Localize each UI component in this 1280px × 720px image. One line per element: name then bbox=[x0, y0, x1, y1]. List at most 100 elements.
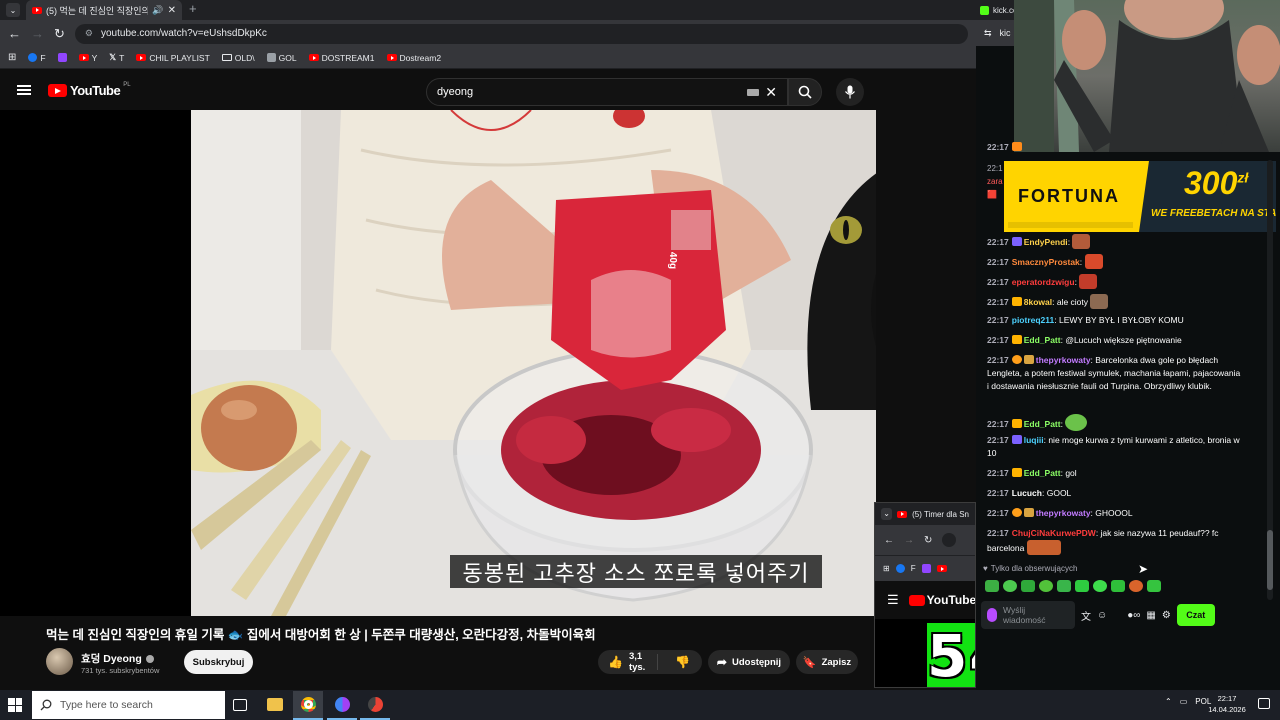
bookmark-dostream2[interactable]: Dostream2 bbox=[386, 53, 441, 63]
mini-browser-window[interactable]: ⌄ (5) Timer dla Sn ← → ↻ ⊞ F ☰ YouTube 5… bbox=[874, 502, 976, 688]
youtube-logo[interactable]: YouTube PL bbox=[48, 82, 131, 98]
chat-username[interactable]: Edd_Patt bbox=[1024, 419, 1061, 429]
tab-youtube[interactable]: (5) 먹는 데 진심인 직장인의 🔊 ✕ bbox=[26, 0, 182, 20]
search-button[interactable] bbox=[788, 78, 822, 106]
emote-button[interactable] bbox=[1021, 580, 1035, 592]
bookmark-facebook[interactable]: F bbox=[28, 53, 46, 63]
address-bar[interactable]: ⚙ youtube.com/watch?v=eUshsdDkpKc bbox=[74, 23, 968, 44]
dislike-button[interactable]: 👎 bbox=[663, 655, 702, 669]
youtube-icon[interactable] bbox=[936, 565, 947, 572]
emote-button[interactable] bbox=[1147, 580, 1161, 592]
chat-username[interactable]: thepyrkowaty bbox=[1036, 508, 1091, 518]
chat-scrollbar[interactable] bbox=[1267, 160, 1273, 600]
channel-avatar[interactable] bbox=[46, 648, 73, 675]
chat-username[interactable]: ChujCiNaKurwePDW bbox=[1012, 528, 1096, 538]
keyboard-icon[interactable] bbox=[747, 88, 760, 96]
bookmark-gol[interactable]: GOL bbox=[266, 53, 297, 63]
channel-name-row[interactable]: 효덩 Dyeong bbox=[81, 651, 154, 666]
emote-button[interactable] bbox=[1075, 580, 1089, 592]
notifications-icon[interactable] bbox=[1258, 698, 1270, 709]
mini-reload-icon[interactable]: ↻ bbox=[924, 535, 932, 546]
chrome-taskbar-button[interactable] bbox=[293, 691, 323, 720]
chat-username[interactable]: thepyrkowaty bbox=[1036, 355, 1091, 365]
network-icon[interactable]: ▭ bbox=[1180, 697, 1188, 706]
chat-username[interactable]: Lucuch bbox=[1012, 488, 1042, 498]
emote-button[interactable] bbox=[1003, 580, 1017, 592]
bookmark-twitch[interactable] bbox=[57, 53, 67, 62]
chat-username[interactable]: Edd_Patt bbox=[1024, 468, 1061, 478]
taskbar-search-input[interactable]: Type here to search bbox=[32, 691, 225, 719]
clear-search-icon[interactable]: ✕ bbox=[765, 84, 777, 101]
chat-message-partial: 22:17 bbox=[987, 141, 1242, 154]
bookmark-chil-playlist[interactable]: CHIL PLAYLIST bbox=[136, 53, 210, 63]
twitch-icon[interactable] bbox=[921, 564, 931, 573]
chrome-alt-taskbar-button[interactable] bbox=[360, 691, 390, 720]
chat-username[interactable]: 8kowal bbox=[1024, 297, 1052, 307]
chat-site-info-icon[interactable]: ⇆ bbox=[984, 28, 992, 39]
mini-forward-icon[interactable]: → bbox=[904, 535, 914, 546]
reload-icon[interactable]: ↻ bbox=[54, 26, 65, 42]
fortuna-ad-banner[interactable]: FORTUNA 300zł WE FREEBETACH NA START bbox=[1004, 161, 1276, 232]
emote-button[interactable] bbox=[985, 580, 999, 592]
mic-icon[interactable] bbox=[987, 608, 997, 622]
bookmark-youtube[interactable]: Y bbox=[78, 53, 97, 63]
video-player[interactable]: 40g bbox=[191, 110, 876, 616]
video-title: 먹는 데 진심인 직장인의 휴일 기록 🐟 집에서 대방어회 한 상 | 두쫀쿠… bbox=[46, 628, 596, 642]
emote-button[interactable] bbox=[1039, 580, 1053, 592]
chat-url[interactable]: kic bbox=[1000, 28, 1011, 38]
emote-button[interactable] bbox=[1111, 580, 1125, 592]
chat-username[interactable]: EndyPendi bbox=[1024, 237, 1068, 247]
tab-search-button[interactable]: ⌄ bbox=[6, 3, 20, 17]
chat-users-icon[interactable]: ●∞ bbox=[1127, 610, 1140, 621]
channel-name[interactable]: 효덩 Dyeong bbox=[81, 651, 142, 666]
chat-username[interactable]: piotreq211 bbox=[1012, 315, 1055, 325]
store-icon[interactable]: ▦ bbox=[1146, 610, 1155, 621]
mini-apps-icon[interactable]: ⊞ bbox=[883, 564, 890, 573]
emote-button[interactable] bbox=[1129, 580, 1143, 592]
subscribe-button[interactable]: Subskrybuj bbox=[184, 650, 253, 674]
mini-site-info-icon[interactable] bbox=[942, 533, 957, 547]
search-input[interactable]: dyeong ✕ bbox=[426, 78, 788, 106]
emote-button[interactable] bbox=[1093, 580, 1107, 592]
voice-search-button[interactable] bbox=[836, 78, 864, 106]
hamburger-menu-icon[interactable] bbox=[17, 85, 31, 95]
send-chat-button[interactable]: Czat bbox=[1176, 604, 1215, 626]
bookmark-folder-old[interactable]: OLD\ bbox=[221, 53, 255, 63]
mini-tab-search-icon[interactable]: ⌄ bbox=[881, 508, 893, 520]
mini-youtube-logo[interactable]: YouTube bbox=[908, 593, 975, 607]
chat-message: 22:17 EndyPendi: bbox=[987, 234, 1242, 249]
site-info-icon[interactable]: ⚙ bbox=[85, 28, 93, 39]
tab-close-icon[interactable]: ✕ bbox=[168, 5, 176, 16]
speaker-icon[interactable]: 🔊 bbox=[152, 5, 163, 16]
forward-icon[interactable]: → bbox=[31, 26, 44, 41]
chat-input[interactable]: Wyślij wiadomość bbox=[981, 601, 1075, 629]
file-explorer-icon[interactable] bbox=[267, 698, 283, 711]
chrome-profile-taskbar-button[interactable] bbox=[327, 691, 357, 720]
back-icon[interactable]: ← bbox=[8, 26, 21, 41]
translate-icon[interactable]: 文 bbox=[1081, 608, 1091, 623]
chat-scrollbar-thumb[interactable] bbox=[1267, 530, 1273, 590]
emoji-icon[interactable]: ☺ bbox=[1097, 610, 1107, 621]
windows-start-button[interactable] bbox=[8, 698, 22, 712]
like-button[interactable]: 👍 3,1 tys. bbox=[598, 651, 659, 673]
task-view-icon[interactable] bbox=[233, 699, 247, 711]
new-tab-button[interactable]: + bbox=[189, 1, 197, 16]
chat-username[interactable]: Edd_Patt bbox=[1024, 335, 1061, 345]
bookmark-dostream1[interactable]: DOSTREAM1 bbox=[308, 53, 375, 63]
timer-video[interactable]: 54:44 bbox=[875, 619, 975, 687]
bookmark-x[interactable]: 𝕏T bbox=[109, 52, 124, 63]
emote-button[interactable] bbox=[1057, 580, 1071, 592]
youtube-logo-text: YouTube bbox=[70, 83, 121, 98]
chat-username[interactable]: luqiii bbox=[1024, 435, 1044, 445]
apps-grid-icon[interactable]: ⊞ bbox=[8, 52, 16, 63]
save-button[interactable]: 🔖 Zapisz bbox=[796, 650, 858, 674]
chat-username[interactable]: SmacznyProstak bbox=[1012, 257, 1080, 267]
facebook-icon[interactable] bbox=[895, 564, 905, 573]
share-button[interactable]: ➦ Udostępnij bbox=[708, 650, 790, 674]
settings-icon[interactable]: ⚙ bbox=[1162, 610, 1171, 621]
clock[interactable]: 22:17 14.04.2026 bbox=[1200, 693, 1254, 715]
chat-username[interactable]: eperatordzwigu bbox=[1012, 277, 1075, 287]
mini-back-icon[interactable]: ← bbox=[884, 535, 894, 546]
tray-overflow-icon[interactable]: ⌃ bbox=[1165, 697, 1172, 706]
mini-hamburger-icon[interactable]: ☰ bbox=[887, 592, 899, 608]
